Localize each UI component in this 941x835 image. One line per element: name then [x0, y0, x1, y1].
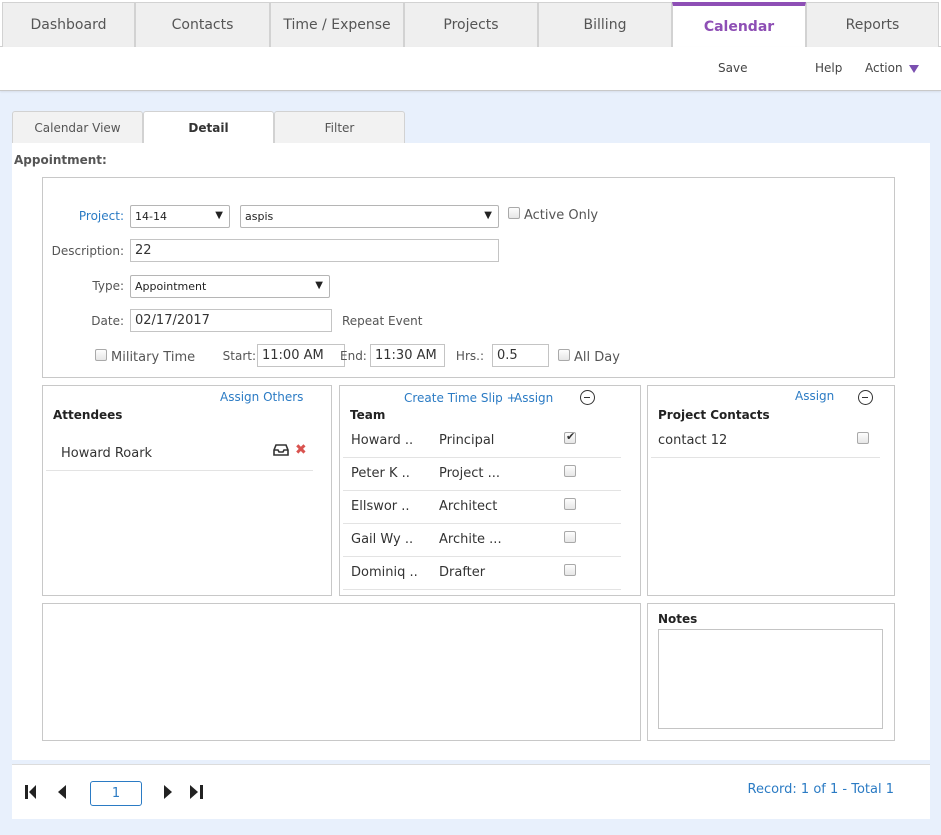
- date-label: Date:: [91, 314, 124, 328]
- team-member-name: Gail Wy ..: [351, 532, 414, 547]
- team-member-name: Howard ..: [351, 433, 414, 448]
- action-menu-button[interactable]: Action: [865, 61, 919, 75]
- project-name-value: aspis: [245, 210, 274, 223]
- date-input[interactable]: 02/17/2017: [130, 309, 332, 332]
- attendee-name: Howard Roark: [61, 446, 153, 461]
- nav-tab-calendar[interactable]: Calendar: [672, 2, 806, 48]
- toolbar: Save Help Action: [0, 47, 941, 91]
- caret-down-icon: [908, 64, 919, 73]
- record-status: Record: 1 of 1 - Total 1: [747, 782, 895, 797]
- page-number-input[interactable]: 1: [90, 781, 142, 806]
- nav-tab-contacts[interactable]: Contacts: [135, 2, 270, 47]
- save-button[interactable]: Save: [718, 61, 747, 75]
- project-label: Project:: [78, 209, 124, 223]
- empty-panel: [42, 603, 641, 741]
- description-input[interactable]: 22: [130, 239, 499, 262]
- project-number-value: 14-14: [135, 210, 167, 223]
- tab-detail[interactable]: Detail: [143, 111, 274, 144]
- dropdown-arrow-icon: ▼: [484, 210, 492, 221]
- dropdown-arrow-icon: ▼: [215, 210, 223, 221]
- attendee-row[interactable]: Howard Roark ✖: [46, 438, 313, 471]
- prev-page-icon[interactable]: [57, 785, 67, 802]
- nav-tab-projects[interactable]: Projects: [404, 2, 538, 47]
- action-label: Action: [865, 61, 903, 75]
- contacts-collapse-icon[interactable]: [858, 390, 873, 405]
- next-page-icon[interactable]: [163, 785, 173, 802]
- team-header: Team: [350, 408, 386, 422]
- team-member-checkbox[interactable]: [564, 531, 576, 543]
- type-select[interactable]: Appointment ▼: [130, 275, 330, 298]
- start-time-input[interactable]: 11:00 AM: [257, 344, 345, 367]
- active-only-checkbox[interactable]: [508, 207, 520, 219]
- team-member-role: Principal: [439, 433, 495, 448]
- nav-tab-dashboard[interactable]: Dashboard: [2, 2, 135, 47]
- section-title: Appointment:: [14, 153, 107, 167]
- project-contacts-header: Project Contacts: [658, 408, 770, 422]
- team-member-checkbox[interactable]: [564, 498, 576, 510]
- type-value: Appointment: [135, 280, 207, 293]
- top-nav: Dashboard Contacts Time / Expense Projec…: [0, 0, 941, 48]
- contact-checkbox[interactable]: [857, 432, 869, 444]
- team-member-checkbox[interactable]: [564, 465, 576, 477]
- team-member-checkbox[interactable]: [564, 564, 576, 576]
- repeat-event-link[interactable]: Repeat Event: [342, 314, 422, 328]
- tab-filter[interactable]: Filter: [274, 111, 405, 143]
- team-collapse-icon[interactable]: [580, 390, 595, 405]
- team-row[interactable]: Ellswor .. Architect: [343, 491, 621, 524]
- assign-others-link[interactable]: Assign Others: [220, 390, 303, 404]
- all-day-checkbox[interactable]: [558, 349, 570, 361]
- create-time-slip-link[interactable]: Create Time Slip +: [404, 391, 517, 405]
- active-only-label: Active Only: [524, 208, 599, 223]
- nav-tab-reports[interactable]: Reports: [806, 2, 939, 47]
- project-name-select[interactable]: aspis ▼: [240, 205, 499, 228]
- last-page-icon[interactable]: [190, 785, 206, 802]
- contacts-assign-link[interactable]: Assign: [795, 389, 834, 403]
- hrs-label: Hrs.:: [455, 349, 484, 363]
- team-assign-link[interactable]: Assign: [514, 391, 553, 405]
- notes-textarea[interactable]: [658, 629, 883, 729]
- team-row[interactable]: Dominiq .. Drafter: [343, 557, 621, 590]
- end-label: End:: [340, 349, 367, 363]
- team-member-checkbox[interactable]: [564, 430, 576, 444]
- description-label: Description:: [51, 244, 124, 258]
- military-time-label: Military Time: [111, 350, 196, 365]
- contact-row[interactable]: contact 12: [651, 425, 880, 458]
- team-member-role: Project ...: [439, 466, 501, 481]
- help-button[interactable]: Help: [815, 61, 842, 75]
- pager: 1 Record: 1 of 1 - Total 1: [12, 764, 930, 819]
- team-member-role: Archite ...: [439, 532, 502, 547]
- all-day-label: All Day: [574, 350, 620, 365]
- tab-calendar-view[interactable]: Calendar View: [12, 111, 143, 143]
- end-time-input[interactable]: 11:30 AM: [370, 344, 445, 367]
- project-number-select[interactable]: 14-14 ▼: [130, 205, 230, 228]
- notes-header: Notes: [658, 612, 698, 626]
- team-row[interactable]: Howard .. Principal: [343, 425, 621, 458]
- team-row[interactable]: Gail Wy .. Archite ...: [343, 524, 621, 557]
- inbox-icon[interactable]: [273, 443, 289, 461]
- team-member-name: Peter K ..: [351, 466, 410, 481]
- hours-input[interactable]: 0.5: [492, 344, 549, 367]
- team-member-name: Ellswor ..: [351, 499, 410, 514]
- military-time-checkbox[interactable]: [95, 349, 107, 361]
- team-member-role: Architect: [439, 499, 498, 514]
- nav-tab-billing[interactable]: Billing: [538, 2, 672, 47]
- first-page-icon[interactable]: [25, 785, 43, 802]
- nav-tab-time-expense[interactable]: Time / Expense: [270, 2, 404, 47]
- attendees-header: Attendees: [53, 408, 123, 422]
- dropdown-arrow-icon: ▼: [315, 280, 323, 291]
- team-member-role: Drafter: [439, 565, 486, 580]
- delete-icon[interactable]: ✖: [295, 442, 307, 458]
- team-row[interactable]: Peter K .. Project ...: [343, 458, 621, 491]
- type-label: Type:: [92, 279, 124, 293]
- contact-name: contact 12: [658, 433, 728, 448]
- team-member-name: Dominiq ..: [351, 565, 418, 580]
- start-label: Start:: [222, 349, 256, 363]
